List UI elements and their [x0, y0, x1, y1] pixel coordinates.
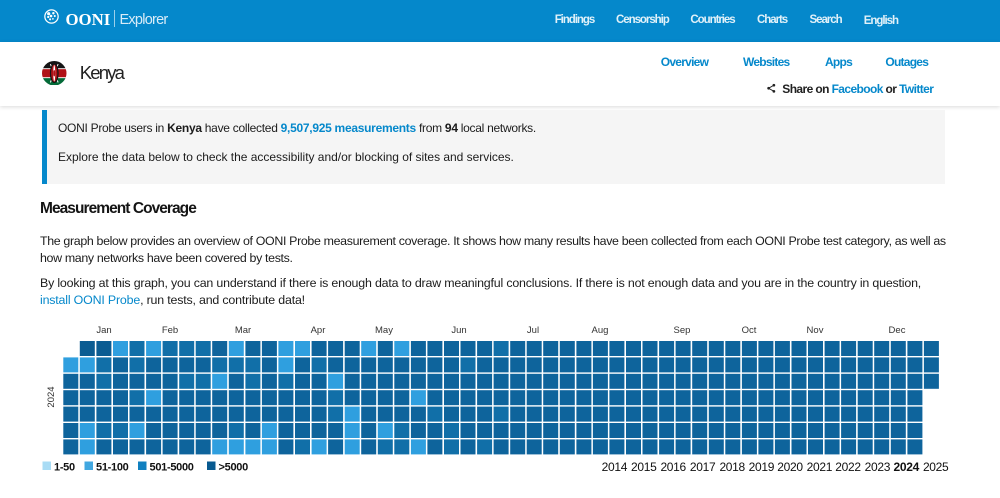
svg-text:Jan: Jan	[96, 325, 111, 336]
svg-text:Jul: Jul	[527, 325, 539, 336]
svg-text:Jun: Jun	[451, 325, 466, 336]
svg-text:2015: 2015	[631, 460, 657, 474]
svg-text:Nov: Nov	[807, 325, 824, 336]
svg-text:2018: 2018	[719, 460, 745, 474]
svg-text:2016: 2016	[660, 460, 686, 474]
svg-text:2017: 2017	[690, 460, 716, 474]
svg-text:2024: 2024	[894, 460, 920, 474]
svg-text:2022: 2022	[835, 460, 861, 474]
svg-text:May: May	[375, 325, 393, 336]
svg-text:Sep: Sep	[674, 325, 691, 336]
svg-text:Apr: Apr	[311, 325, 326, 336]
svg-text:2024: 2024	[46, 386, 57, 407]
svg-text:1-50: 1-50	[54, 462, 75, 474]
svg-text:Feb: Feb	[162, 325, 178, 336]
svg-text:2019: 2019	[749, 460, 775, 474]
svg-text:2020: 2020	[777, 460, 803, 474]
svg-text:2025: 2025	[923, 460, 949, 474]
svg-text:Dec: Dec	[889, 325, 906, 336]
svg-text:51-100: 51-100	[96, 462, 129, 474]
svg-text:>5000: >5000	[219, 462, 249, 474]
svg-text:Oct: Oct	[742, 325, 757, 336]
svg-text:2023: 2023	[865, 460, 891, 474]
svg-text:2021: 2021	[807, 460, 833, 474]
svg-text:Mar: Mar	[235, 325, 251, 336]
svg-text:2014: 2014	[602, 460, 628, 474]
svg-text:Aug: Aug	[592, 325, 609, 336]
svg-text:501-5000: 501-5000	[150, 462, 194, 474]
